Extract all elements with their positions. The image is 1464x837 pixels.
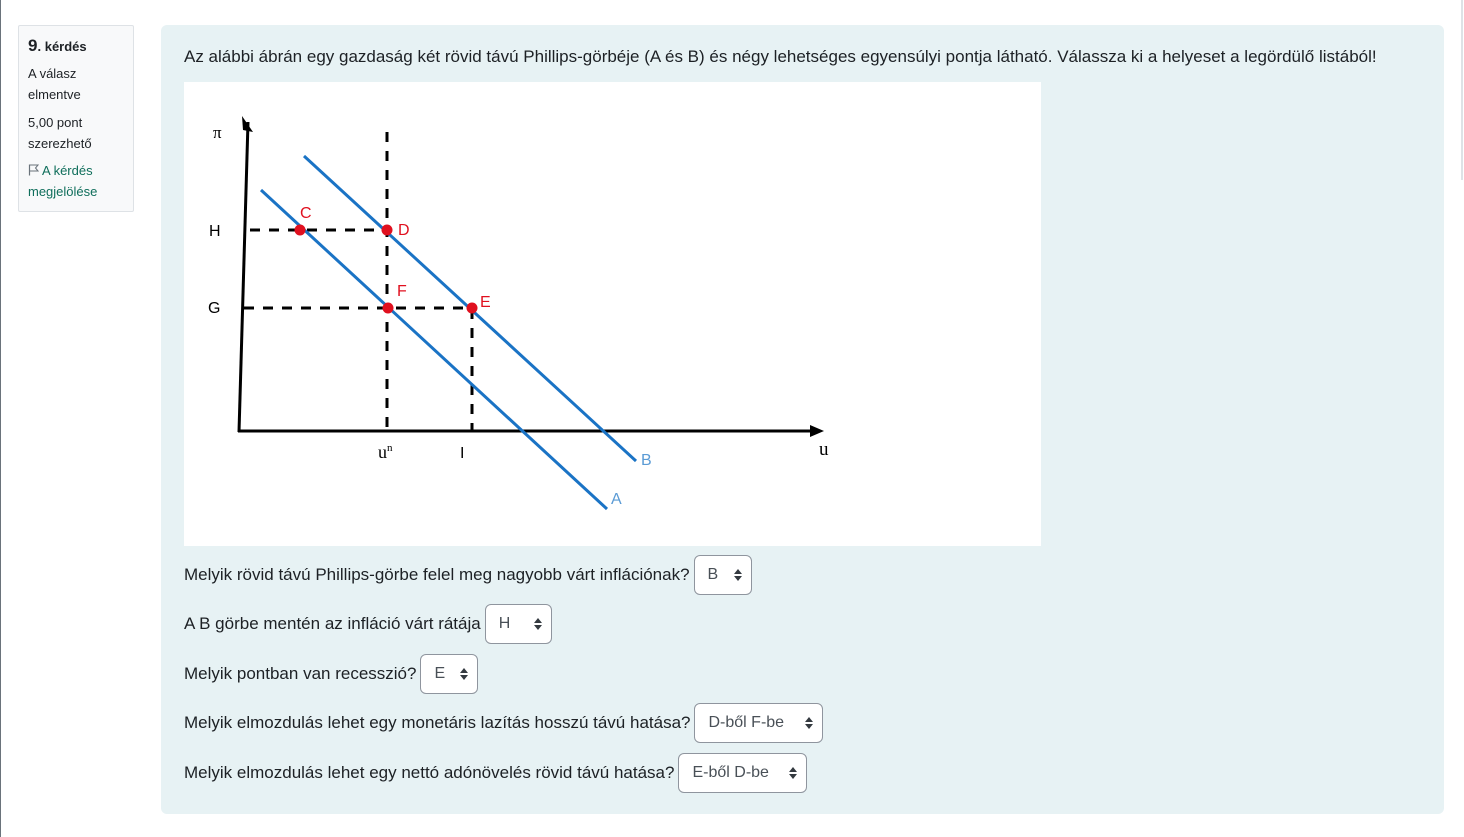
question-text: Az alábbi ábrán egy gazdaság két rövid t… xyxy=(184,47,1377,66)
answer-select-value: H xyxy=(498,615,511,632)
phillips-curve-diagram: π H G un I u B A C D F E xyxy=(208,116,829,511)
select-arrows-icon xyxy=(533,618,542,630)
answer-select-value: E-ből D-be xyxy=(692,764,769,781)
select-arrows-icon xyxy=(789,767,798,779)
subquestion-label: Melyik pontban van recesszió? xyxy=(184,664,417,683)
phillips-curve-figure: π H G un I u B A C D F E xyxy=(184,82,1041,546)
point-c-marker xyxy=(294,224,306,236)
question-info-panel: 9. kérdés A válasz elmentve 5,00 pont sz… xyxy=(18,25,134,212)
x-axis-arrow xyxy=(810,425,824,437)
question-number-word: kérdés xyxy=(44,39,87,54)
x-tick-un-label: un xyxy=(378,442,393,462)
point-e-label: E xyxy=(480,294,491,311)
point-c-label: C xyxy=(300,205,312,222)
y-axis-arrow xyxy=(242,116,253,132)
answer-state: A válasz elmentve xyxy=(28,66,81,102)
answer-select-value: E xyxy=(434,665,446,682)
subquestion-row: Melyik elmozdulás lehet egy nettó adónöv… xyxy=(184,752,808,794)
subquestion-row: Melyik rövid távú Phillips-görbe felel m… xyxy=(184,554,752,596)
question-content: Az alábbi ábrán egy gazdaság két rövid t… xyxy=(161,25,1444,814)
select-arrows-icon xyxy=(733,569,742,581)
x-tick-i-label: I xyxy=(460,445,464,462)
point-f-marker xyxy=(382,302,394,314)
window-left-border xyxy=(0,0,1,837)
x-axis-label: u xyxy=(819,439,829,460)
point-f-label: F xyxy=(397,283,407,300)
answer-select-1[interactable]: B xyxy=(693,555,752,595)
point-d-marker xyxy=(381,224,393,236)
point-e-marker xyxy=(466,302,478,314)
subquestion-label: Melyik rövid távú Phillips-görbe felel m… xyxy=(184,565,690,584)
y-tick-h-label: H xyxy=(209,223,221,240)
answer-select-value: D-ből F-be xyxy=(708,714,785,731)
subquestion-label: A B görbe mentén az infláció várt rátája xyxy=(184,614,481,633)
curve-b-label: B xyxy=(641,452,652,469)
question-number: 9. kérdés xyxy=(28,36,87,55)
y-axis-label: π xyxy=(213,123,222,142)
curve-a-label: A xyxy=(611,491,622,508)
select-arrows-icon xyxy=(805,717,814,729)
answer-select-5[interactable]: E-ből D-be xyxy=(678,753,808,793)
answer-select-value: B xyxy=(707,566,719,583)
select-arrows-icon xyxy=(460,668,469,680)
y-tick-g-label: G xyxy=(208,300,220,317)
y-axis xyxy=(237,121,250,433)
scrollbar-edge xyxy=(1461,0,1463,180)
subquestion-row: A B görbe mentén az infláció várt rátája… xyxy=(184,603,552,645)
subquestion-label: Melyik elmozdulás lehet egy monetáris la… xyxy=(184,713,691,732)
answer-select-4[interactable]: D-ből F-be xyxy=(694,703,824,743)
question-grade: 5,00 pont szerezhető xyxy=(28,115,92,151)
answer-select-3[interactable]: E xyxy=(420,654,479,694)
answer-select-2[interactable]: H xyxy=(484,604,552,644)
subquestion-row: Melyik elmozdulás lehet egy monetáris la… xyxy=(184,702,824,744)
subquestion-label: Melyik elmozdulás lehet egy nettó adónöv… xyxy=(184,763,675,782)
curve-a-line xyxy=(259,188,609,511)
point-d-label: D xyxy=(398,222,410,239)
flag-icon xyxy=(28,164,40,176)
subquestion-row: Melyik pontban van recesszió? E xyxy=(184,653,479,695)
flag-question-link[interactable]: A kérdés megjelölése xyxy=(28,160,124,202)
